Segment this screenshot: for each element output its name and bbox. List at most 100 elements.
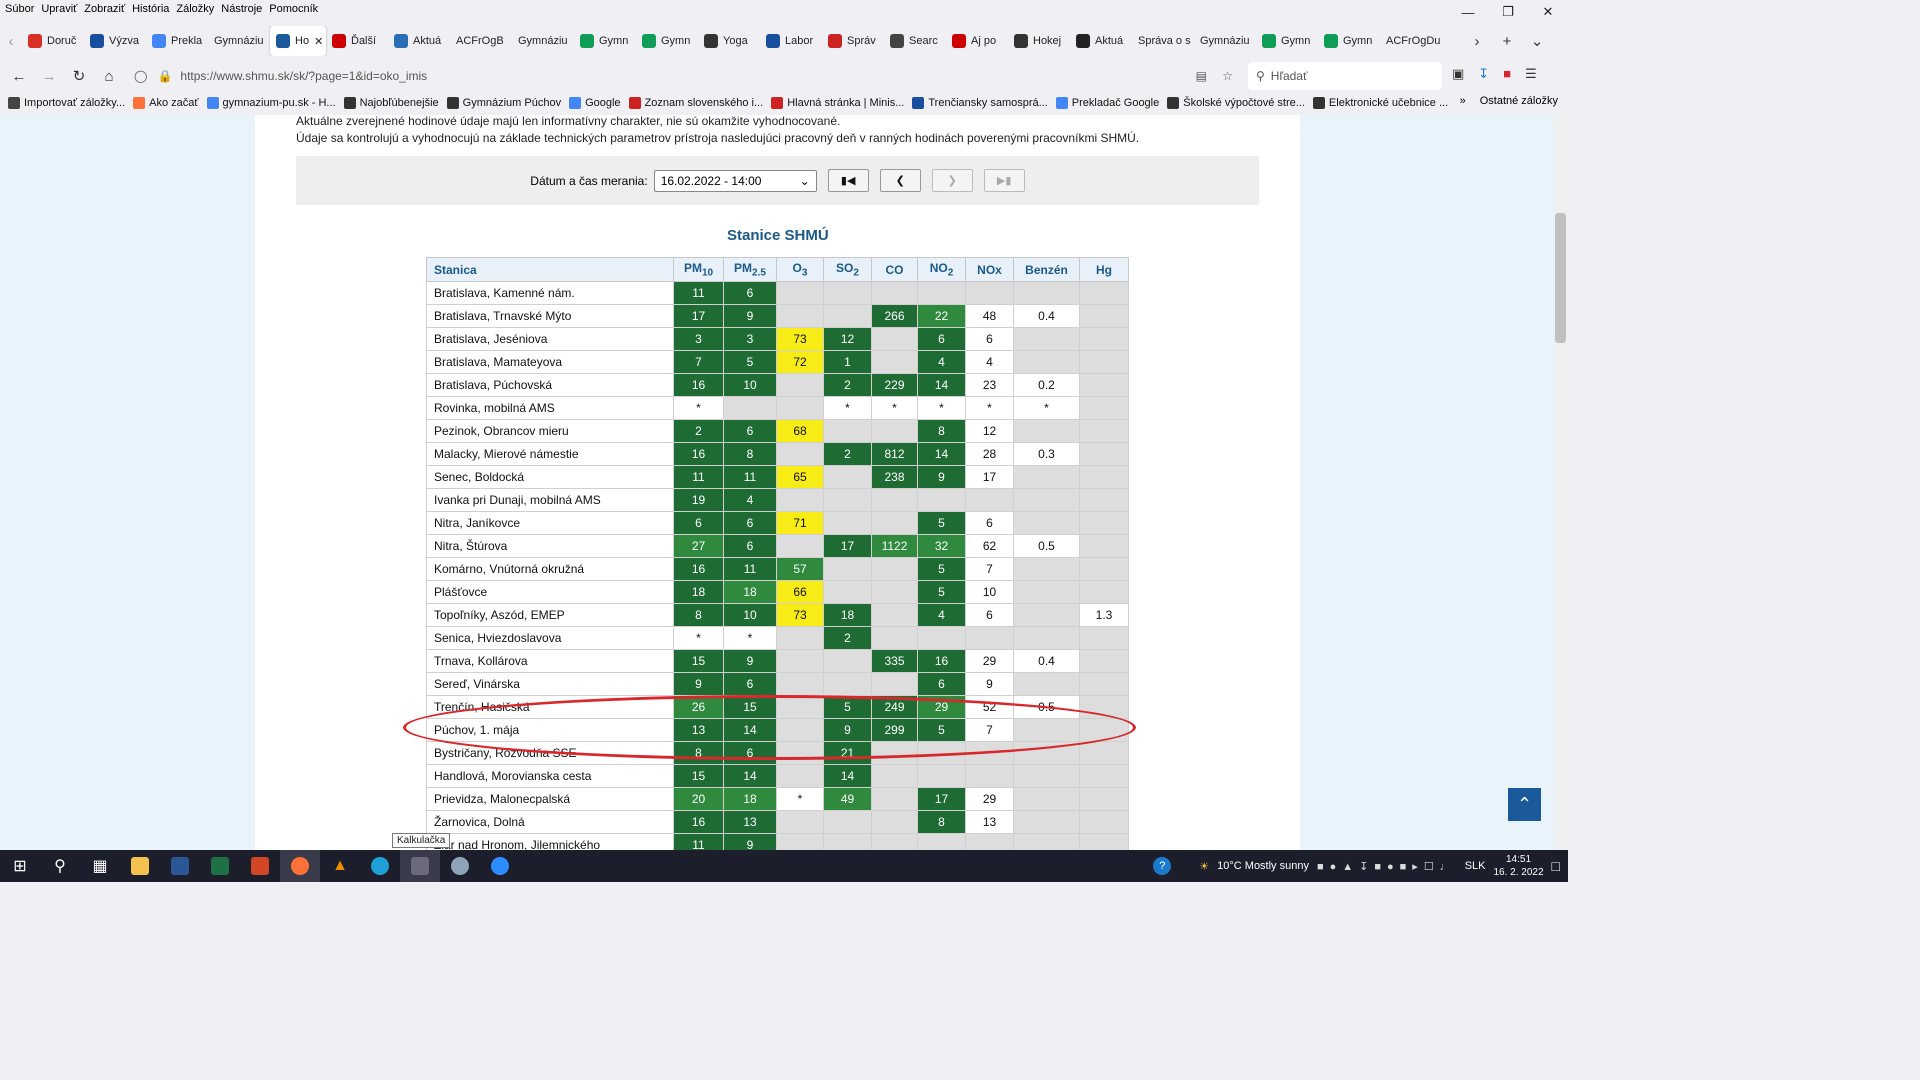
calculator-button[interactable] [400,850,440,882]
station-name[interactable]: Bratislava, Mamateyova [426,350,674,374]
date-select[interactable]: 16.02.2022 - 14:00 ⌄ [653,169,817,192]
clock[interactable]: 14:51 16. 2. 2022 [1493,853,1543,879]
bookmark-item[interactable]: Ako začať [133,97,199,109]
home-icon[interactable]: ⌂ [94,61,124,91]
browser-tab[interactable]: Ho ✕ [270,26,326,56]
firefox-button[interactable] [280,850,320,882]
browser-tab[interactable]: Yoga [698,26,760,56]
excel-button[interactable] [200,850,240,882]
browser-tab[interactable]: Labor [760,26,822,56]
browser-tab[interactable]: Gymnáziu [208,26,270,56]
bookmark-item[interactable]: Najobľúbenejšie [343,97,439,109]
pocket-icon[interactable]: ▣ [1452,66,1464,82]
tab-list-icon[interactable]: ⌄ [1522,26,1552,56]
browser-tab[interactable]: Gymnáziu [512,26,574,56]
header-nox[interactable]: NOx [965,257,1014,282]
bookmark-item[interactable]: Importovať záložky... [8,97,125,109]
header-hg[interactable]: Hg [1079,257,1129,282]
other-bookmarks[interactable]: Ostatné záložky [1480,95,1558,107]
reader-view-icon[interactable]: ▤ [1196,69,1207,83]
edge-button[interactable] [360,850,400,882]
station-name[interactable]: Topoľníky, Aszód, EMEP [426,603,674,627]
url-text[interactable]: https://www.shmu.sk/sk/?page=1&id=oko_im… [180,69,427,83]
start-button[interactable]: ⊞ [0,850,40,882]
bookmark-item[interactable]: Google [569,97,621,109]
task-view-button[interactable]: ▦ [80,850,120,882]
menu-item[interactable]: Zobraziť [84,3,125,15]
menu-item[interactable]: Upraviť [41,3,77,15]
header-pm25[interactable]: PM2.5 [723,257,777,282]
back-icon[interactable]: ← [4,61,34,91]
browser-tab[interactable]: Gymn [636,26,698,56]
menu-item[interactable]: Záložky [176,3,214,15]
notifications-icon[interactable]: □ [1552,858,1560,874]
browser-tab[interactable]: Gymn [574,26,636,56]
station-name[interactable]: Nitra, Štúrova [426,534,674,558]
station-name[interactable]: Ivanka pri Dunaji, mobilná AMS [426,488,674,512]
menu-item[interactable]: Nástroje [221,3,262,15]
header-no2[interactable]: NO2 [917,257,966,282]
browser-tab[interactable]: Správ [822,26,884,56]
extension-icon[interactable]: ■ [1503,66,1511,82]
browser-tab[interactable]: Gymn [1318,26,1380,56]
bookmark-item[interactable]: Elektronické učebnice ... [1312,97,1448,109]
browser-tab[interactable]: Hokej [1008,26,1070,56]
header-benzen[interactable]: Benzén [1013,257,1080,282]
shield-icon[interactable]: ◯ [134,69,147,83]
weather-text[interactable]: 10°C Mostly sunny [1217,860,1309,872]
new-tab-icon[interactable]: + [1492,26,1522,56]
station-name[interactable]: Plášťovce [426,580,674,604]
station-name[interactable]: Senec, Boldocká [426,465,674,489]
station-name[interactable]: Žarnovica, Dolná [426,810,674,834]
station-name[interactable]: Trenčín, Hasičská [426,695,674,719]
browser-tab[interactable]: Gymn [1256,26,1318,56]
browser-tab[interactable]: ACFrOgB [450,26,512,56]
powerpoint-button[interactable] [240,850,280,882]
station-name[interactable]: Púchov, 1. mája [426,718,674,742]
browser-tab[interactable]: Aj po [946,26,1008,56]
last-button[interactable]: ▶▮ [983,169,1025,192]
station-name[interactable]: Bratislava, Púchovská [426,373,674,397]
header-so2[interactable]: SO2 [823,257,872,282]
station-name[interactable]: Prievidza, Malonecpalská [426,787,674,811]
bookmarks-overflow-icon[interactable]: » [1460,95,1466,107]
app-button[interactable] [440,850,480,882]
search-box[interactable]: ⚲ Hľadať [1248,62,1442,90]
next-button[interactable]: ❯ [931,169,973,192]
station-name[interactable]: Bratislava, Jeséniova [426,327,674,351]
header-co[interactable]: CO [871,257,918,282]
header-o3[interactable]: O3 [776,257,824,282]
lock-icon[interactable]: 🔒 [157,69,172,83]
language-indicator[interactable]: SLK [1465,860,1486,872]
menu-icon[interactable]: ☰ [1525,66,1537,82]
station-name[interactable]: Bystričany, Rozvodňa SSE [426,741,674,765]
close-tab-icon[interactable]: ✕ [314,35,323,48]
bookmark-item[interactable]: Gymnázium Púchov [446,97,561,109]
tray-icons[interactable]: ■●▲↧■●■▸☐♩ [1317,860,1457,873]
bookmark-item[interactable]: Školské výpočtové stre... [1167,97,1305,109]
station-name[interactable]: Komárno, Vnútorná okružná [426,557,674,581]
word-button[interactable] [160,850,200,882]
station-name[interactable]: Žiar nad Hronom, Jilemnického [426,833,674,850]
station-name[interactable]: Rovinka, mobilná AMS [426,396,674,420]
station-name[interactable]: Senica, Hviezdoslavova [426,626,674,650]
reload-icon[interactable]: ↻ [64,61,94,91]
scrollbar-thumb[interactable] [1555,213,1566,343]
browser-tab[interactable]: Searc [884,26,946,56]
browser-tab[interactable]: Správa o s [1132,26,1194,56]
menu-item[interactable]: Pomocník [269,3,318,15]
forward-icon[interactable]: → [34,61,64,91]
bookmark-item[interactable]: gymnazium-pu.sk - H... [206,97,336,109]
station-name[interactable]: Malacky, Mierové námestie [426,442,674,466]
zoom-button[interactable] [480,850,520,882]
station-name[interactable]: Nitra, Janíkovce [426,511,674,535]
menu-item[interactable]: História [132,3,169,15]
bookmark-item[interactable]: Hlavná stránka | Minis... [771,97,904,109]
bookmark-item[interactable]: Prekladač Google [1055,97,1159,109]
previous-button[interactable]: ❮ [879,169,921,192]
browser-tab[interactable]: Aktuá [1070,26,1132,56]
station-name[interactable]: Pezinok, Obrancov mieru [426,419,674,443]
browser-tab[interactable]: Výzva [84,26,146,56]
search-taskbar-button[interactable]: ⚲ [40,850,80,882]
tab-scroll-left-icon[interactable]: ‹ [0,26,22,56]
